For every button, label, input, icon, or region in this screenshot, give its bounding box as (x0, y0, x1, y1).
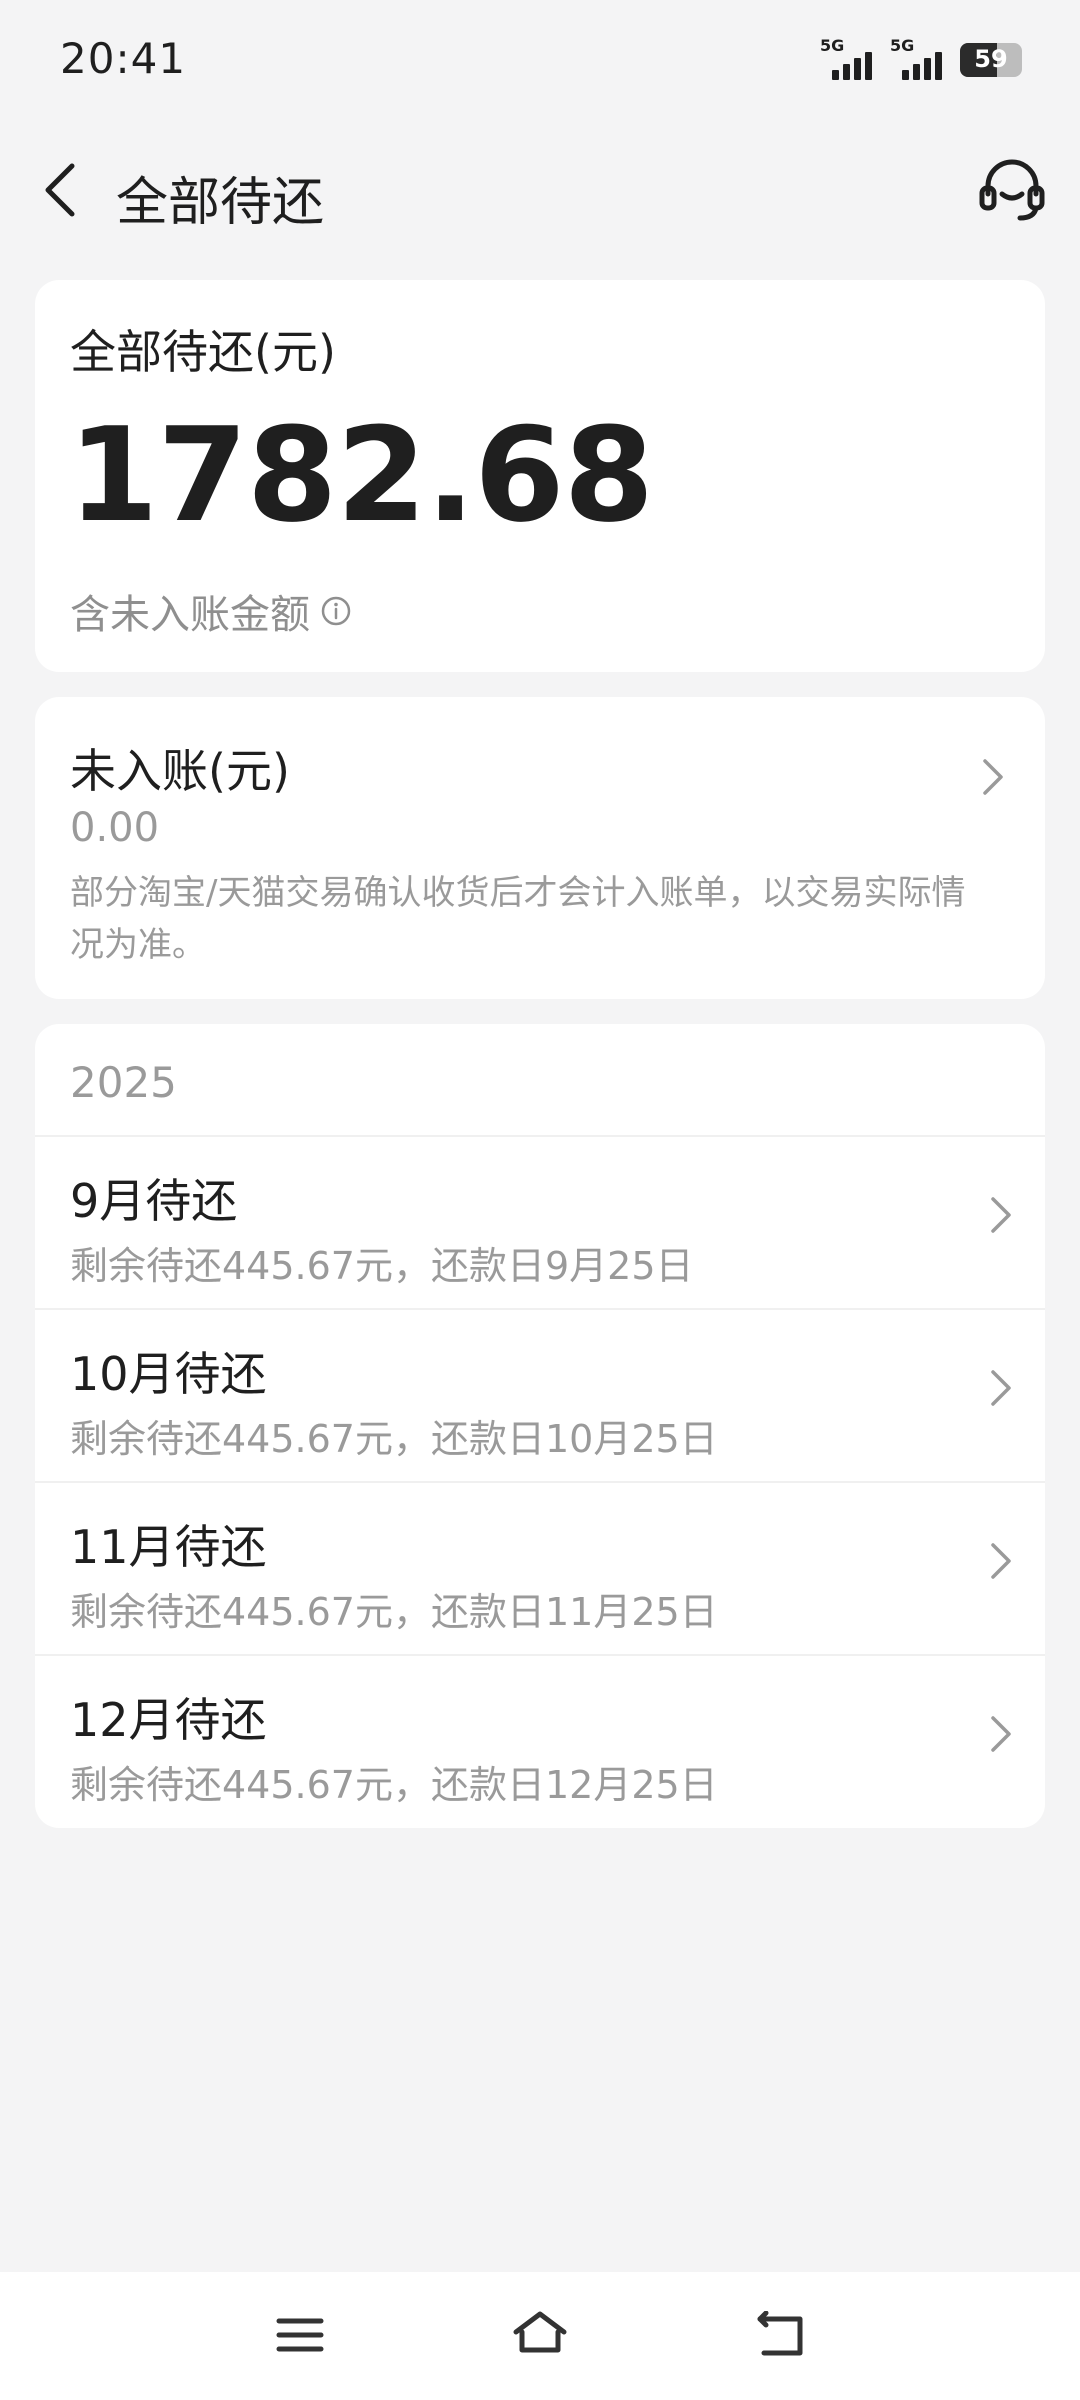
bill-title: 12月待还 (70, 1693, 267, 1747)
info-icon[interactable] (320, 595, 352, 627)
bill-row-november[interactable]: 11月待还 剩余待还445.67元，还款日11月25日 (35, 1481, 1045, 1654)
bill-subtitle: 剩余待还445.67元，还款日12月25日 (70, 1763, 718, 1807)
battery-icon: 59 (960, 43, 1022, 77)
bill-subtitle: 剩余待还445.67元，还款日9月25日 (70, 1244, 694, 1288)
signal-icon-2: 5G (890, 36, 946, 82)
chevron-right-icon (991, 1716, 1011, 1752)
back-button[interactable] (28, 158, 92, 222)
bill-title: 11月待还 (70, 1520, 267, 1574)
divider (35, 1308, 1045, 1310)
status-time: 20:41 (60, 34, 187, 83)
status-bar: 20:41 5G 5G 59 (0, 0, 1080, 120)
system-nav-bar (0, 2272, 1080, 2400)
menu-icon (276, 2318, 324, 2352)
bill-title: 10月待还 (70, 1347, 267, 1401)
unposted-label: 未入账(元) (70, 744, 290, 798)
bill-row-october[interactable]: 10月待还 剩余待还445.67元，还款日10月25日 (35, 1308, 1045, 1481)
headset-icon (979, 159, 1045, 221)
chevron-left-icon (45, 163, 75, 217)
divider (35, 1135, 1045, 1137)
bill-title: 9月待还 (70, 1174, 238, 1228)
unposted-description: 部分淘宝/天猫交易确认收货后才会计入账单，以交易实际情况为准。 (70, 873, 966, 965)
page-title: 全部待还 (116, 173, 325, 233)
signal-icon: 5G (820, 36, 876, 82)
total-due-amount: 1782.68 (68, 399, 654, 551)
customer-service-button[interactable] (972, 150, 1052, 230)
divider (35, 1654, 1045, 1656)
return-icon (757, 2311, 803, 2356)
divider (35, 1481, 1045, 1483)
unposted-amount: 0.00 (70, 805, 160, 851)
chevron-right-icon (991, 1370, 1011, 1406)
chevron-right-icon (991, 1543, 1011, 1579)
back-system-button[interactable] (745, 2302, 815, 2368)
bills-list-card: 2025 9月待还 剩余待还445.67元，还款日9月25日 10月待还 剩余待… (35, 1024, 1045, 1828)
home-button[interactable] (505, 2302, 575, 2368)
menu-button[interactable] (265, 2302, 335, 2368)
unposted-card[interactable]: 未入账(元) 0.00 部分淘宝/天猫交易确认收货后才会计入账单，以交易实际情况… (35, 697, 1045, 999)
status-icons: 5G 5G 59 (820, 36, 1022, 82)
bill-subtitle: 剩余待还445.67元，还款日11月25日 (70, 1590, 718, 1634)
home-icon (513, 2311, 567, 2353)
year-header: 2025 (70, 1058, 177, 1107)
chevron-right-icon (983, 759, 1003, 795)
bill-row-september[interactable]: 9月待还 剩余待还445.67元，还款日9月25日 (35, 1135, 1045, 1308)
total-due-label: 全部待还(元) (70, 325, 336, 379)
total-due-note-text: 含未入账金额 (70, 592, 310, 638)
bill-row-december[interactable]: 12月待还 剩余待还445.67元，还款日12月25日 (35, 1654, 1045, 1827)
chevron-right-icon (991, 1197, 1011, 1233)
battery-level: 59 (974, 45, 1008, 73)
nav-bar: 全部待还 (0, 140, 1080, 240)
total-due-note[interactable]: 含未入账金额 (70, 582, 352, 640)
bill-subtitle: 剩余待还445.67元，还款日10月25日 (70, 1417, 718, 1461)
total-due-card: 全部待还(元) 1782.68 含未入账金额 (35, 280, 1045, 672)
